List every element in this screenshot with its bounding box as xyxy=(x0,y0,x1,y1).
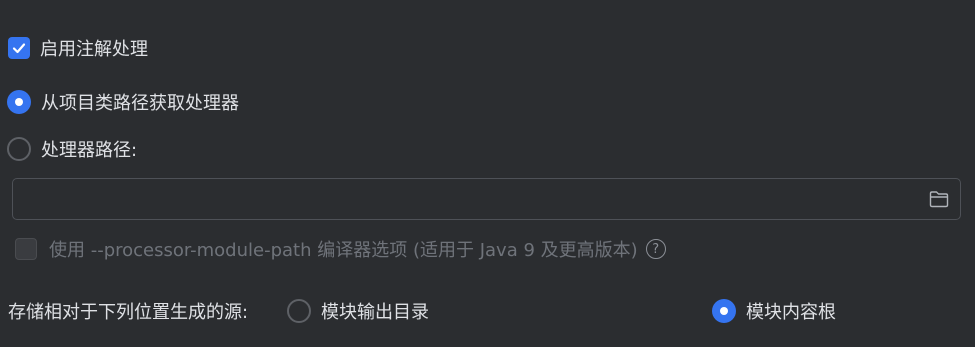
module-path-option-label: 使用 --processor-module-path 编译器选项 (适用于 Ja… xyxy=(49,240,638,261)
processor-path-field xyxy=(12,178,961,220)
classpath-radio[interactable] xyxy=(7,90,31,114)
module-output-dir-label: 模块输出目录 xyxy=(321,302,429,323)
module-output-dir-option-row[interactable]: 模块输出目录 xyxy=(287,298,429,324)
classpath-option-label: 从项目类路径获取处理器 xyxy=(41,93,239,114)
module-content-root-label: 模块内容根 xyxy=(746,302,836,323)
classpath-option-row[interactable]: 从项目类路径获取处理器 xyxy=(7,89,239,115)
enable-annotation-processing-label: 启用注解处理 xyxy=(40,39,148,60)
generated-sources-row: 存储相对于下列位置生成的源: xyxy=(8,298,248,324)
folder-icon xyxy=(929,191,949,208)
module-path-option-row[interactable]: 使用 --processor-module-path 编译器选项 (适用于 Ja… xyxy=(15,236,666,262)
module-content-root-option-row[interactable]: 模块内容根 xyxy=(712,298,836,324)
browse-folder-button[interactable] xyxy=(928,188,950,210)
enable-annotation-processing-checkbox[interactable] xyxy=(8,37,30,59)
enable-annotation-processing-row[interactable]: 启用注解处理 xyxy=(8,35,148,61)
checkmark-icon xyxy=(12,43,26,54)
module-content-root-radio[interactable] xyxy=(712,299,736,323)
processor-path-radio[interactable] xyxy=(7,137,31,161)
module-path-checkbox[interactable] xyxy=(15,238,37,260)
processor-path-input[interactable] xyxy=(13,179,913,219)
processor-path-option-row[interactable]: 处理器路径: xyxy=(7,136,137,162)
annotation-processor-panel: 启用注解处理 从项目类路径获取处理器 处理器路径: 使用 --processor… xyxy=(0,0,975,347)
help-icon[interactable]: ? xyxy=(645,239,666,259)
module-output-dir-radio[interactable] xyxy=(287,299,311,323)
generated-sources-label: 存储相对于下列位置生成的源: xyxy=(8,302,249,323)
processor-path-option-label: 处理器路径: xyxy=(41,140,138,161)
